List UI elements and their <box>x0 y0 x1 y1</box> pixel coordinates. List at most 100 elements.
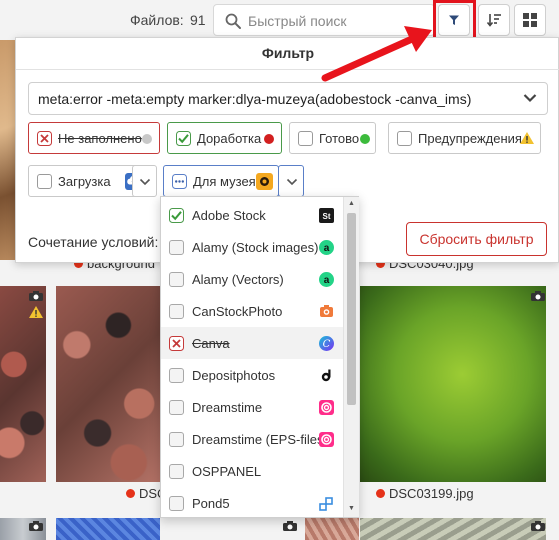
list-item-canva[interactable]: Canva C <box>161 327 343 359</box>
chevron-down-icon <box>139 178 151 186</box>
quick-search[interactable] <box>213 4 435 36</box>
dropdown-scrollbar[interactable]: ▲ ▼ <box>343 197 359 517</box>
combine-conditions-label: Сочетание условий: <box>28 234 159 250</box>
item-label: Dreamstime (EPS-files) <box>192 432 328 447</box>
item-label: Depositphotos <box>192 368 276 383</box>
dreamstime-logo-icon <box>319 400 334 415</box>
camera-icon <box>29 521 43 531</box>
scroll-up-icon[interactable]: ▲ <box>348 200 355 207</box>
toolbar: Файлов: 91 <box>0 0 559 41</box>
list-item-alamy-vectors[interactable]: Alamy (Vectors) a <box>161 263 343 295</box>
excluded-checkbox[interactable] <box>37 131 52 146</box>
item-label: Adobe Stock <box>192 208 266 223</box>
list-item-canstockphoto[interactable]: CanStockPhoto <box>161 295 343 327</box>
excluded-checkbox[interactable] <box>169 336 184 351</box>
list-item-depositphotos[interactable]: Depositphotos <box>161 359 343 391</box>
divider <box>16 69 559 70</box>
checkbox[interactable] <box>37 174 52 189</box>
item-label: Alamy (Vectors) <box>192 272 284 287</box>
checkbox[interactable] <box>298 131 313 146</box>
status-dot-grey <box>142 134 152 144</box>
checkbox[interactable] <box>169 464 184 479</box>
filter-query-field[interactable]: meta:error -meta:empty marker:dlya-muzey… <box>28 82 548 115</box>
sort-icon <box>486 14 501 27</box>
search-input[interactable] <box>248 11 428 31</box>
dreamstime-logo-icon <box>319 432 334 447</box>
chip-warnings[interactable]: Предупреждения <box>388 122 541 154</box>
chevron-down-icon <box>286 178 298 186</box>
svg-text:St: St <box>323 212 331 221</box>
error-dot <box>376 489 385 498</box>
list-item-pond5[interactable]: Pond5 <box>161 487 343 519</box>
checkbox[interactable] <box>169 272 184 287</box>
list-item-adobe-stock[interactable]: Adobe Stock St <box>161 199 343 231</box>
chip-not-filled[interactable]: Не заполнено <box>28 122 160 154</box>
chip-label: Предупреждения <box>418 131 522 146</box>
search-icon <box>225 13 241 29</box>
list-item-dreamstime-eps[interactable]: Dreamstime (EPS-files) <box>161 423 343 455</box>
chip-rework[interactable]: Доработка <box>167 122 282 154</box>
thumbnail-granite-mid[interactable] <box>56 286 160 482</box>
filter-button-highlight <box>433 0 476 41</box>
chevron-down-icon[interactable] <box>523 93 537 103</box>
list-item-dreamstime[interactable]: Dreamstime <box>161 391 343 423</box>
status-dot-green <box>360 134 370 144</box>
reset-filter-button[interactable]: Сбросить фильтр <box>406 222 547 256</box>
museum-badge-icon <box>256 173 273 190</box>
checkbox[interactable] <box>169 432 184 447</box>
camera-icon <box>531 291 545 301</box>
thumbnail-bottom-3[interactable] <box>305 518 359 540</box>
sort-button[interactable] <box>478 4 510 36</box>
chip-for-museum[interactable]: Для музея <box>163 165 279 197</box>
chip-label: Загрузка <box>58 174 111 189</box>
status-dot-red <box>264 134 274 144</box>
partial-checkbox[interactable] <box>172 174 187 189</box>
canstockphoto-logo-icon <box>320 305 333 317</box>
list-item-alamy-images[interactable]: Alamy (Stock images) a <box>161 231 343 263</box>
filter-query-text: meta:error -meta:empty marker:dlya-muzey… <box>38 91 472 107</box>
grid-icon <box>523 13 537 27</box>
thumbnail-green[interactable] <box>360 286 546 482</box>
item-label: Alamy (Stock images) <box>192 240 319 255</box>
item-label: CanStockPhoto <box>192 304 283 319</box>
camera-icon <box>29 291 43 301</box>
chip-upload-dropdown[interactable] <box>132 165 157 197</box>
checkbox[interactable] <box>169 496 184 511</box>
chip-museum-dropdown[interactable] <box>278 165 304 197</box>
checked-checkbox[interactable] <box>176 131 191 146</box>
depositphotos-logo-icon <box>321 369 331 382</box>
checkbox[interactable] <box>169 304 184 319</box>
checkbox[interactable] <box>169 368 184 383</box>
checkbox[interactable] <box>397 131 412 146</box>
item-label: Dreamstime <box>192 400 263 415</box>
checkbox[interactable] <box>169 240 184 255</box>
chip-label: Готово <box>319 131 360 146</box>
error-dot <box>126 489 135 498</box>
files-count-label: Файлов: <box>130 12 184 28</box>
svg-text:C: C <box>323 339 331 350</box>
chip-label: Не заполнено <box>58 131 142 146</box>
alamy-logo-icon: a <box>319 240 334 255</box>
camera-icon <box>531 521 545 531</box>
chip-ready[interactable]: Готово <box>289 122 376 154</box>
checked-checkbox[interactable] <box>169 208 184 223</box>
checkbox[interactable] <box>169 400 184 415</box>
list-item-osppanel[interactable]: OSPPANEL <box>161 455 343 487</box>
chip-label: Для музея <box>193 174 256 189</box>
file-caption: DSC03199.jpg <box>376 486 474 501</box>
svg-text:a: a <box>324 243 330 254</box>
camera-icon <box>283 521 297 531</box>
thumbnail-bottom-2[interactable] <box>56 518 160 540</box>
thumbnail-top-left[interactable] <box>0 40 15 260</box>
grid-view-button[interactable] <box>514 4 546 36</box>
item-label: Pond5 <box>192 496 230 511</box>
museum-sources-dropdown[interactable]: Adobe Stock St Alamy (Stock images) a Al… <box>160 196 359 518</box>
pond5-logo-icon <box>319 497 333 511</box>
scroll-down-icon[interactable]: ▼ <box>348 505 355 512</box>
canva-logo-icon: C <box>319 336 334 351</box>
item-label: OSPPANEL <box>192 464 262 479</box>
files-count-value: 91 <box>190 12 206 28</box>
scrollbar-thumb[interactable] <box>347 213 356 405</box>
thumbnail-bottom-4[interactable] <box>360 518 546 540</box>
item-label: Canva <box>192 336 230 351</box>
